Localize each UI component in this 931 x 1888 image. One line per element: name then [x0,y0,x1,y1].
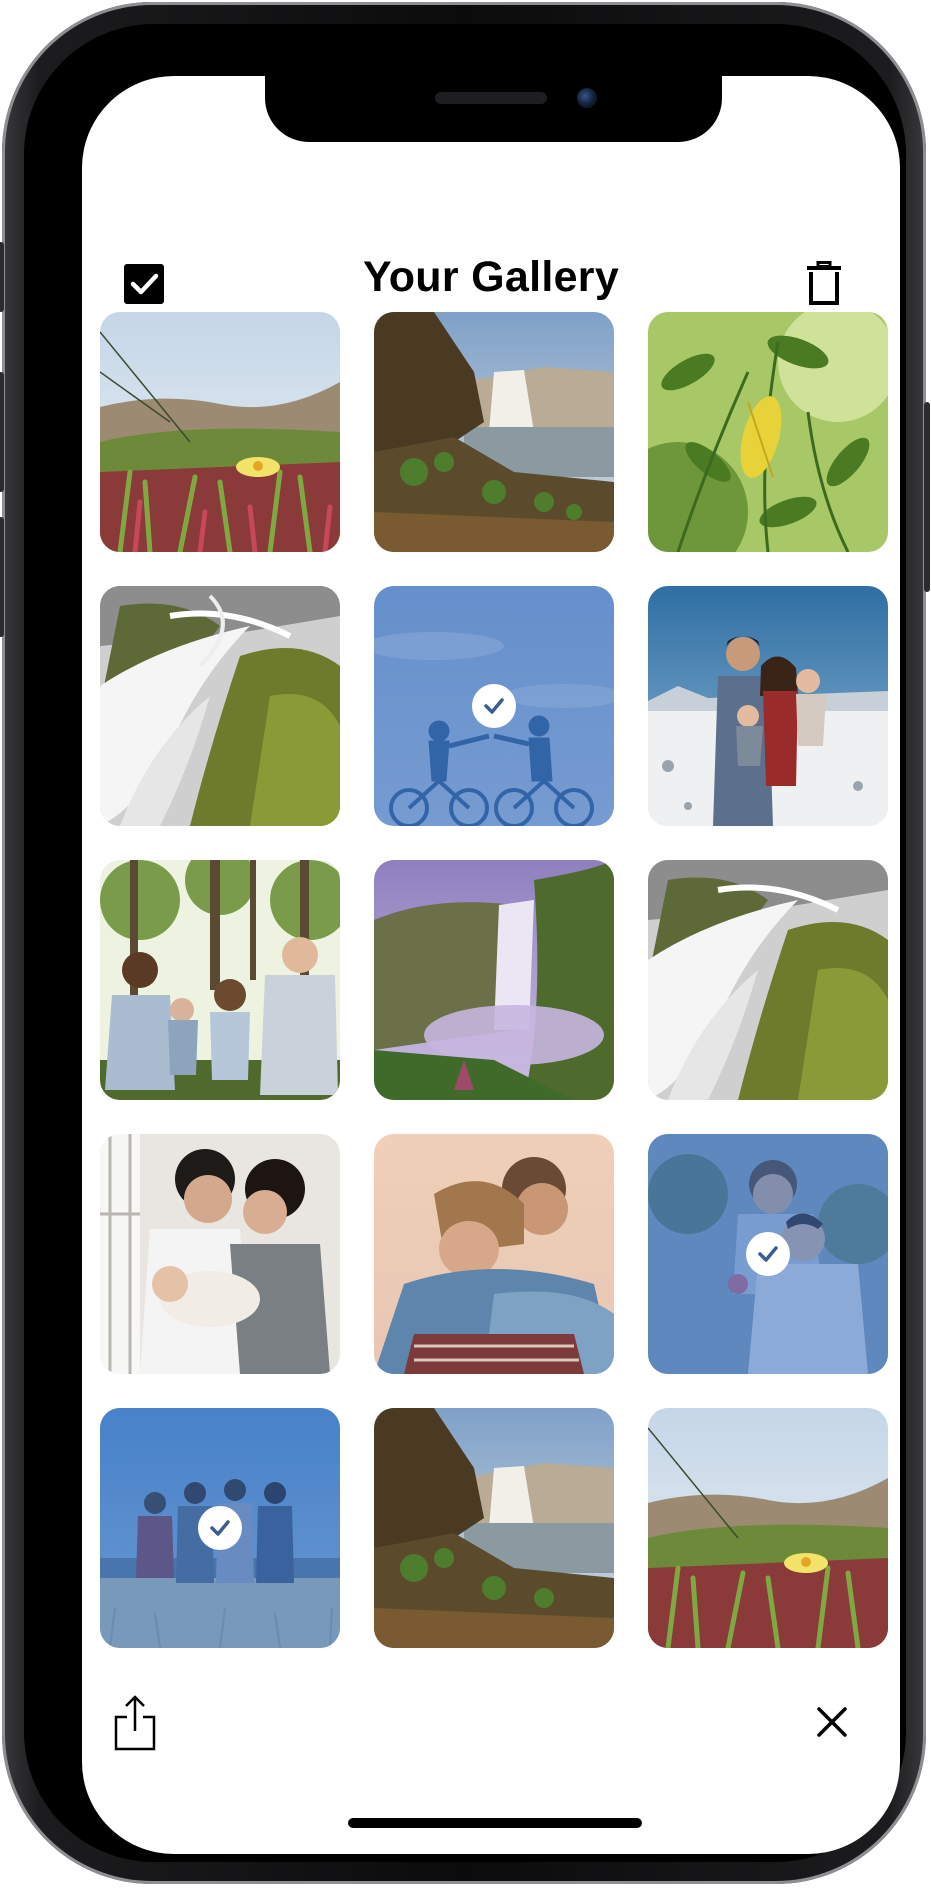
checkmark-icon [472,684,516,728]
phone-frame: Your Gallery [0,2,930,1884]
share-icon [114,1695,156,1751]
photo-tile[interactable] [648,586,888,826]
close-icon [817,1707,847,1737]
home-indicator[interactable] [348,1818,642,1828]
photo-family-snow [648,586,888,826]
photo-couple-hug [374,1134,614,1374]
bottom-bar [82,1654,900,1854]
front-camera [577,88,597,108]
checkmark-icon [198,1506,242,1550]
top-bar: Your Gallery [82,206,900,305]
photo-parents-newborn [100,1134,340,1374]
screen: Your Gallery [82,76,900,1854]
photo-tile[interactable] [374,586,614,826]
photo-waterfall-cliff [374,1408,614,1648]
volume-up-button [0,372,4,492]
photo-tile[interactable] [648,860,888,1100]
photo-tile[interactable] [374,312,614,552]
power-button [924,402,930,592]
photo-tile[interactable] [100,860,340,1100]
trash-icon [807,261,841,305]
photo-tile[interactable] [100,1408,340,1648]
photo-family-forest [100,860,340,1100]
photo-tile[interactable] [374,1134,614,1374]
photo-green-leaves [648,312,888,552]
photo-tile[interactable] [100,312,340,552]
photo-tile[interactable] [648,1408,888,1648]
speaker-grille [435,92,547,104]
photo-meadow-flower [100,312,340,552]
photo-tile[interactable] [648,312,888,552]
photo-waterfall-longexposure [100,586,340,826]
close-button[interactable] [812,1702,852,1742]
photo-tile[interactable] [100,586,340,826]
bezel: Your Gallery [24,24,906,1862]
photo-waterfall-longexposure [648,860,888,1100]
delete-button[interactable] [804,260,844,306]
photo-tile[interactable] [100,1134,340,1374]
photo-waterfall-cliff [374,312,614,552]
side-button-left [0,242,4,312]
notch [265,76,722,142]
page-title: Your Gallery [362,253,620,301]
photo-meadow-flower [648,1408,888,1648]
photo-tile[interactable] [648,1134,888,1374]
volume-down-button [0,517,4,637]
photo-grid [100,312,888,1648]
photo-tile[interactable] [374,1408,614,1648]
checkmark-icon [746,1232,790,1276]
photo-purple-waterfall [374,860,614,1100]
share-button[interactable] [112,1694,158,1752]
photo-tile[interactable] [374,860,614,1100]
